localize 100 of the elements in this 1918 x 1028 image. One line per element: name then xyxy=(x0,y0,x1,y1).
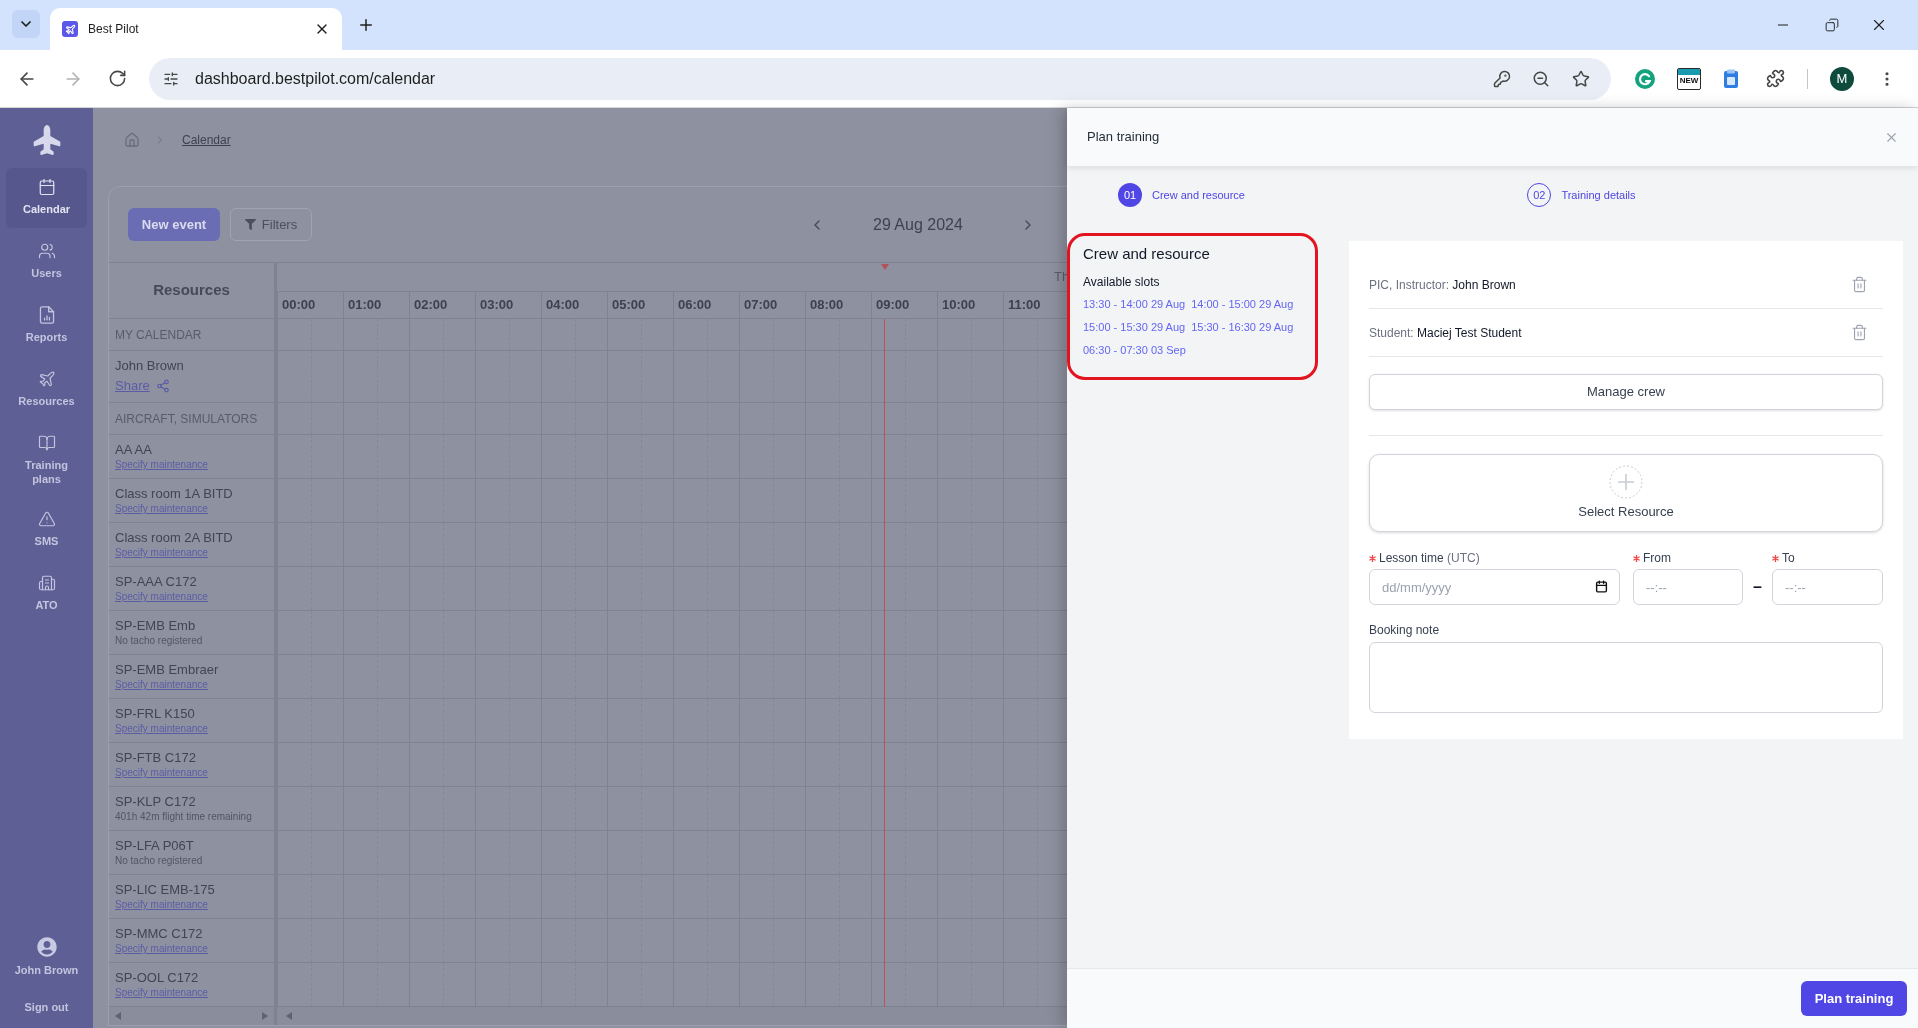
resource-note: 401h 42m flight time remaining xyxy=(115,811,252,823)
sign-out-link[interactable]: Sign out xyxy=(24,1000,69,1014)
hour-label: 09:00 xyxy=(876,296,910,315)
user-avatar-icon xyxy=(36,937,57,957)
hour-label: 07:00 xyxy=(744,296,778,315)
hour-label: 00:00 xyxy=(282,296,316,315)
sidebar-item[interactable]: ATO xyxy=(6,564,87,624)
manage-crew-button[interactable]: Manage crew xyxy=(1369,374,1883,410)
panel-title: Plan training xyxy=(1087,128,1160,147)
plan-training-button[interactable]: Plan training xyxy=(1801,981,1907,1016)
crew-member: Student: Maciej Test Student xyxy=(1369,324,1522,342)
clipboard-icon[interactable] xyxy=(1723,68,1739,89)
field-label: From xyxy=(1643,551,1671,565)
hour-label: 08:00 xyxy=(810,296,844,315)
extension-logo-icon[interactable] xyxy=(1635,68,1655,89)
hour-label: 05:00 xyxy=(612,296,646,315)
slot-link[interactable]: 06:30 - 07:30 03 Sep xyxy=(1083,342,1186,358)
hour-label: 04:00 xyxy=(546,296,580,315)
breadcrumb-link[interactable]: Calendar xyxy=(182,131,231,149)
warning-icon xyxy=(37,510,56,528)
reload-icon[interactable] xyxy=(108,69,127,88)
new-tab-icon[interactable] xyxy=(357,16,375,34)
extension-button[interactable]: NEW xyxy=(1677,67,1701,90)
date-label: 29 Aug 2024 xyxy=(873,214,963,235)
plane-logo-icon[interactable] xyxy=(31,125,62,155)
slot-link[interactable]: 13:30 - 14:00 29 Aug xyxy=(1083,296,1186,312)
step-number: 01 xyxy=(1118,183,1142,207)
column-header: Resources xyxy=(153,280,230,301)
hour-label: 10:00 xyxy=(942,296,976,315)
url-text: dashboard.bestpilot.com/calendar xyxy=(195,68,437,89)
slot-link[interactable]: 15:30 - 16:30 29 Aug xyxy=(1191,319,1294,335)
horizontal-scrollbar[interactable] xyxy=(277,1007,1067,1025)
site-settings-icon[interactable] xyxy=(163,70,179,87)
range-separator: – xyxy=(1752,577,1763,597)
hour-label: 11:00 xyxy=(1008,296,1041,315)
sidebar-item[interactable]: Calendar xyxy=(6,168,87,228)
trash-icon[interactable] xyxy=(1851,324,1868,341)
booking-note-field[interactable] xyxy=(1369,642,1883,713)
time-field[interactable]: --:-- xyxy=(1772,569,1883,605)
current-time-marker-icon xyxy=(881,264,889,270)
plane-icon xyxy=(37,370,56,388)
sidebar-item[interactable]: Training plans xyxy=(6,424,87,496)
resource-note: No tacho registered xyxy=(115,855,203,867)
resource-name: SP-AAA C172 xyxy=(115,574,197,590)
resource-name: SP-EMB Emb xyxy=(115,618,196,634)
summary-subtitle: Available slots xyxy=(1083,274,1160,290)
sidebar-item[interactable]: Reports xyxy=(6,296,87,356)
resource-name: SP-MMC C172 xyxy=(115,926,203,942)
slot-link[interactable]: 14:00 - 15:00 29 Aug xyxy=(1191,296,1294,312)
trash-icon[interactable] xyxy=(1851,276,1868,293)
field-label: Lesson time (UTC) xyxy=(1379,551,1480,565)
tab-list-button[interactable] xyxy=(12,10,40,38)
step-tab[interactable]: 02 Training details xyxy=(1527,183,1636,207)
book-icon xyxy=(37,434,56,452)
add-icon xyxy=(1609,465,1643,499)
resource-name: SP-FRL K150 xyxy=(115,706,195,722)
resource-note: No tacho registered xyxy=(115,635,203,647)
select-resource-button[interactable]: Select Resource xyxy=(1369,454,1883,532)
calendar-icon xyxy=(37,178,56,196)
address-bar[interactable]: dashboard.bestpilot.com/calendar xyxy=(149,57,1611,100)
resource-name: SP-LIC EMB-175 xyxy=(115,882,215,898)
calendar-icon[interactable] xyxy=(1595,580,1608,593)
sidebar-item[interactable]: Resources xyxy=(6,360,87,420)
field-label: To xyxy=(1782,551,1795,565)
slot-link[interactable]: 15:00 - 15:30 29 Aug xyxy=(1083,319,1186,335)
hour-label: 06:00 xyxy=(678,296,712,315)
report-icon xyxy=(37,306,56,324)
resource-name: SP-FTB C172 xyxy=(115,750,196,766)
user-menu-button[interactable]: John Brown xyxy=(14,937,79,977)
puzzle-icon[interactable] xyxy=(1766,69,1785,88)
users-icon xyxy=(37,242,56,260)
star-icon[interactable] xyxy=(1572,69,1590,88)
resource-name: SP-KLP C172 xyxy=(115,794,196,810)
zoom-out-icon[interactable] xyxy=(1532,69,1550,88)
resource-name: AA AA xyxy=(115,442,152,458)
key-icon[interactable] xyxy=(1493,69,1511,88)
time-field[interactable]: --:-- xyxy=(1633,569,1743,605)
hour-label: 03:00 xyxy=(480,296,514,315)
hour-label: 01:00 xyxy=(348,296,382,315)
filter-icon xyxy=(244,219,256,230)
resource-name: John Brown xyxy=(115,358,184,374)
restore-icon[interactable] xyxy=(1825,18,1839,32)
new-event-button[interactable]: New event xyxy=(128,208,220,241)
step-tab[interactable]: 01 Crew and resource xyxy=(1118,183,1245,207)
tab-title: Best Pilot xyxy=(88,21,140,38)
sidebar-item[interactable]: Users xyxy=(6,232,87,292)
resource-name: SP-OOL C172 xyxy=(115,970,199,986)
crew-member: PIC, Instructor: John Brown xyxy=(1369,276,1516,294)
sidebar-item[interactable]: SMS xyxy=(6,500,87,560)
browser-tab[interactable]: Best Pilot xyxy=(50,8,342,50)
resource-name: Class room 1A BITD xyxy=(115,486,233,502)
favicon-plane-icon xyxy=(62,21,78,37)
profile-avatar[interactable]: M xyxy=(1830,66,1854,91)
hour-label: 02:00 xyxy=(414,296,448,315)
field-label: Booking note xyxy=(1369,623,1440,637)
filters-button[interactable]: Filters xyxy=(230,208,312,241)
summary-title: Crew and resource xyxy=(1083,244,1210,264)
date-field[interactable]: dd/mm/yyyy xyxy=(1369,569,1620,605)
resource-name: SP-EMB Embraer xyxy=(115,662,219,678)
resource-name: SP-LFA P06T xyxy=(115,838,194,854)
